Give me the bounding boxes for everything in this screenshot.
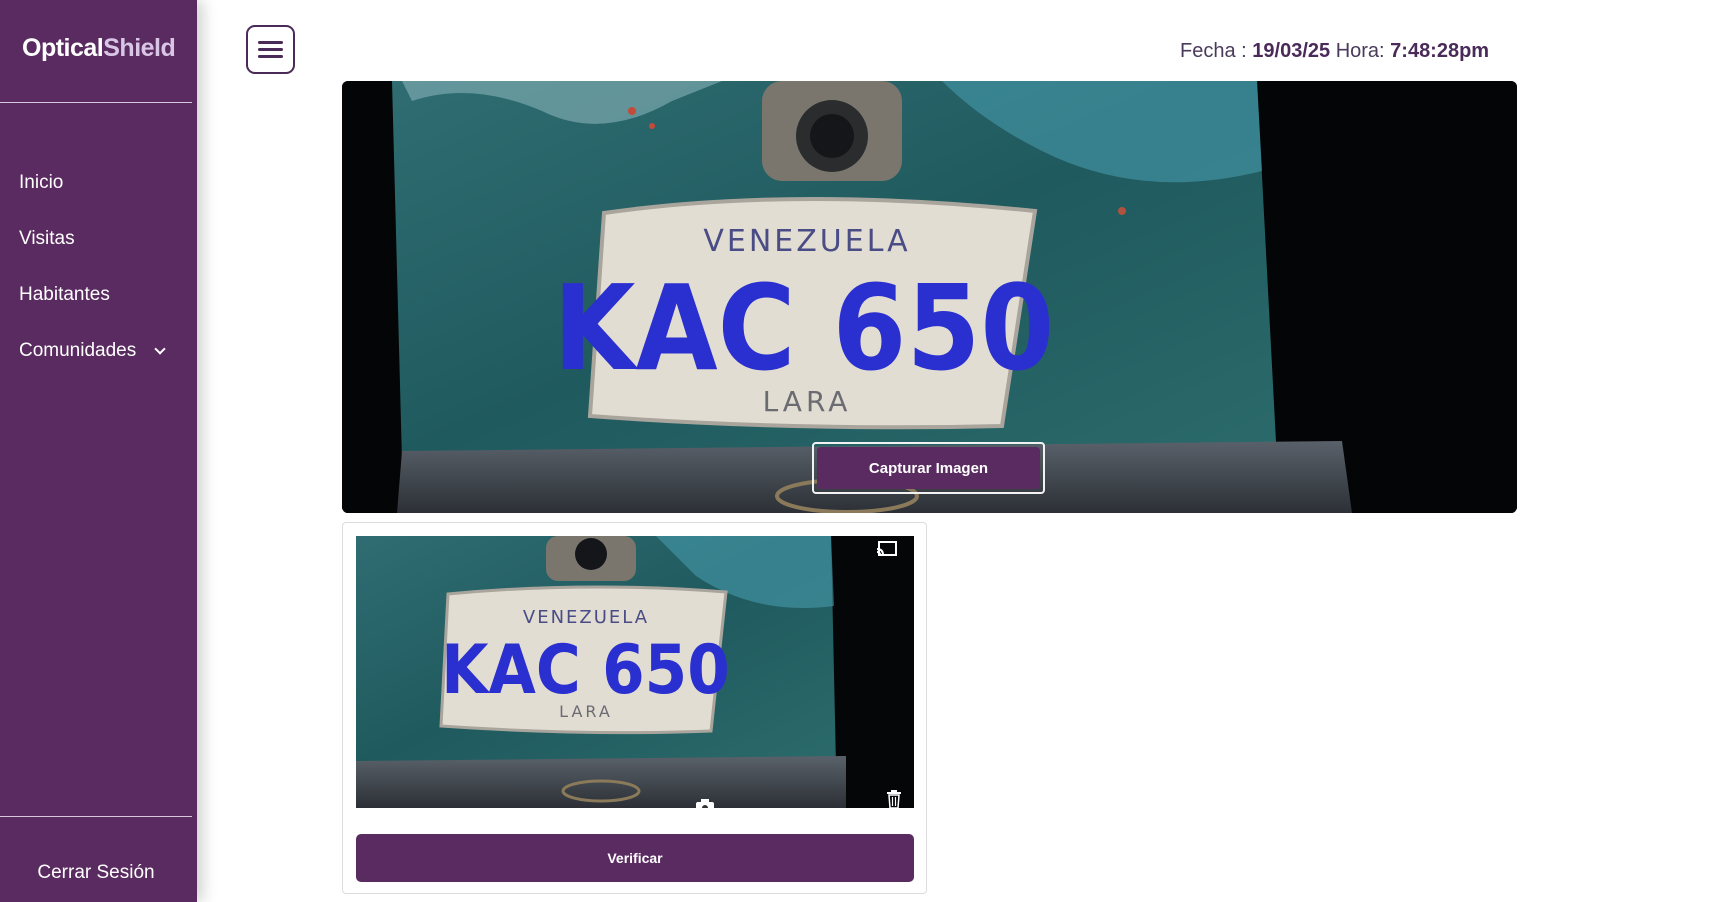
sidebar-nav: Inicio Visitas Habitantes Comunidades [0, 155, 197, 379]
time-label: Hora: [1335, 40, 1385, 62]
trash-icon[interactable] [886, 790, 902, 808]
snapshot-plate-country-text: VENEZUELA [523, 607, 649, 628]
sidebar-item-inicio[interactable]: Inicio [0, 155, 197, 211]
sidebar-divider-top [0, 102, 192, 103]
plate-state-text: LARA [763, 385, 852, 418]
time-value: 7:48:28pm [1390, 40, 1490, 62]
hamburger-icon-bar [258, 48, 283, 51]
capture-image-button[interactable]: Capturar Imagen [817, 447, 1040, 489]
date-value: 19/03/25 [1252, 40, 1331, 62]
snapshot-plate-state-text: LARA [559, 702, 613, 721]
datetime-display: Fecha : 19/03/25 Hora: 7:48:28pm [1180, 40, 1489, 63]
sidebar-item-label: Visitas [19, 228, 75, 249]
logout-button[interactable]: Cerrar Sesión [0, 862, 192, 884]
verify-button[interactable]: Verificar [356, 834, 914, 882]
snapshot-thumbnail: VENEZUELA KAC 650 LARA [356, 536, 914, 808]
hamburger-icon-bar [258, 41, 283, 44]
sidebar-item-label: Habitantes [19, 284, 110, 305]
hamburger-icon-bar [258, 55, 283, 58]
snapshot-plate-number-text: KAC 650 [441, 631, 730, 710]
date-label: Fecha : [1180, 40, 1247, 62]
capture-button-frame: Capturar Imagen [812, 442, 1045, 494]
sidebar-item-label: Inicio [19, 172, 64, 193]
brand-logo: OpticalShield [22, 34, 176, 63]
sidebar: OpticalShield Inicio Visitas Habitantes … [0, 0, 197, 902]
sidebar-divider-bottom [0, 816, 192, 817]
menu-toggle-button[interactable] [246, 25, 295, 74]
sidebar-item-visitas[interactable]: Visitas [0, 211, 197, 267]
brand-name-part2: Shield [103, 34, 176, 62]
camera-icon[interactable] [694, 798, 716, 808]
chevron-down-icon [154, 343, 166, 355]
snapshot-card: VENEZUELA KAC 650 LARA Verificar [342, 522, 927, 894]
plate-country-text: VENEZUELA [703, 224, 910, 259]
sidebar-item-habitantes[interactable]: Habitantes [0, 267, 197, 323]
cast-icon[interactable] [876, 540, 898, 558]
snapshot-image: VENEZUELA KAC 650 LARA [356, 536, 914, 808]
brand-name-part1: Optical [22, 34, 104, 62]
camera-feed: VENEZUELA KAC 650 LARA Capturar Imagen [342, 81, 1517, 513]
sidebar-item-comunidades[interactable]: Comunidades [0, 323, 197, 379]
plate-number-text: KAC 650 [553, 261, 1054, 398]
sidebar-item-label: Comunidades [19, 340, 137, 361]
